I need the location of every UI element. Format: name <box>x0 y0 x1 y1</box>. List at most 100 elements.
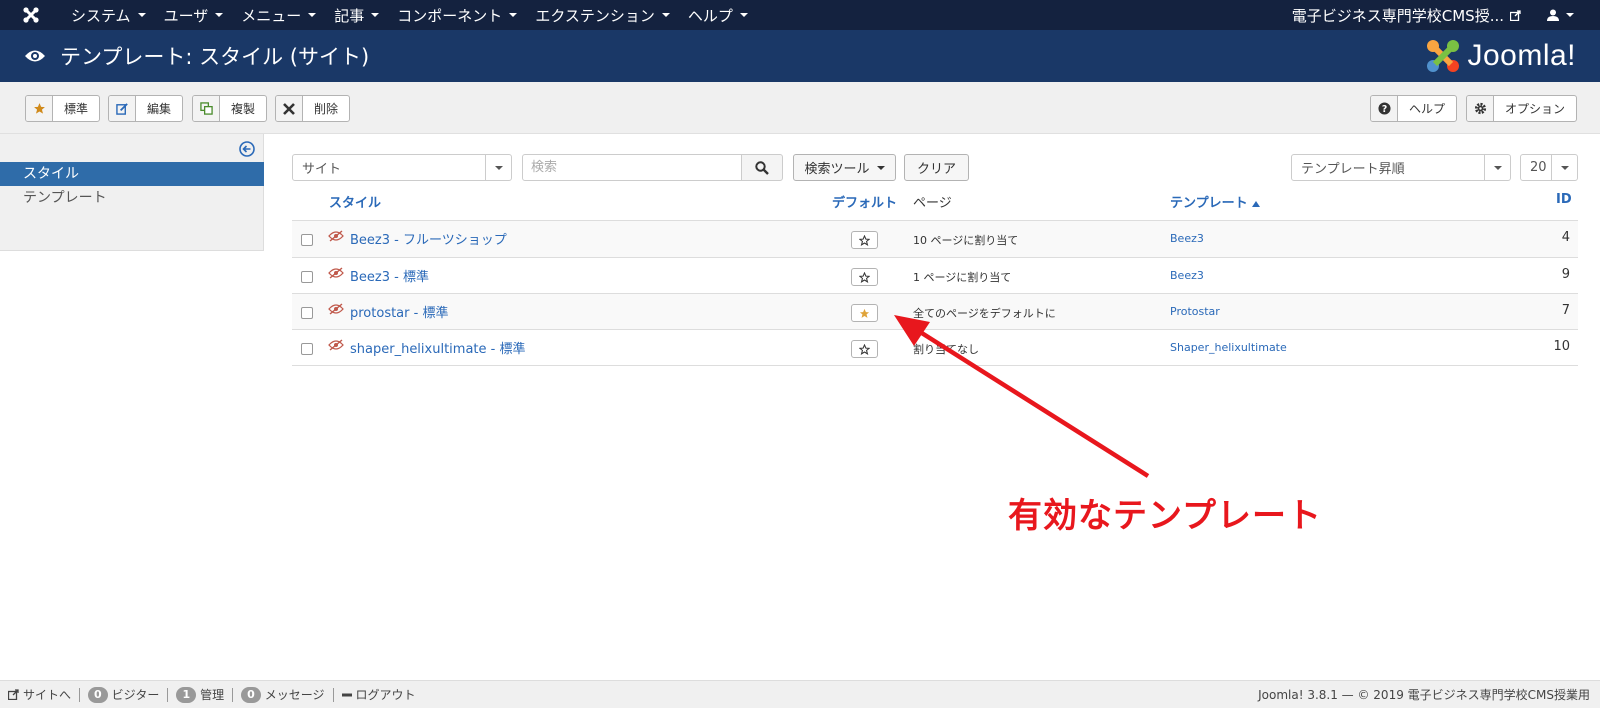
sidebar-item-styles[interactable]: スタイル <box>0 162 264 186</box>
eye-slash-icon <box>328 303 344 319</box>
messages-badge: 0 <box>241 686 261 703</box>
row-checkbox[interactable] <box>301 271 313 283</box>
search-button[interactable] <box>741 154 783 181</box>
close-icon <box>276 96 303 121</box>
style-link[interactable]: Beez3 - フルーツショップ <box>350 229 507 248</box>
ordering-select[interactable]: テンプレート昇順 <box>1291 154 1511 181</box>
sort-asc-icon <box>1252 201 1261 207</box>
minus-icon <box>341 693 352 696</box>
pages-assigned: 10 ページに割り当て <box>913 234 1019 247</box>
sidebar-item-templates[interactable]: テンプレート <box>0 186 264 210</box>
pages-assigned: 全てのページをデフォルトに <box>913 307 1056 320</box>
set-default-button[interactable] <box>851 268 878 286</box>
status-footer: サイトへ 0 ビジター 1 管理 0 メッセージ ログアウト Joomla! 3… <box>0 680 1600 708</box>
admins-indicator[interactable]: 1 管理 <box>168 686 232 703</box>
navbar-right: 電子ビジネス専門学校CMS授... <box>1292 0 1600 30</box>
menu-users[interactable]: ユーザ <box>155 5 233 26</box>
template-link[interactable]: Beez3 <box>1170 232 1204 245</box>
sidebar: スタイル テンプレート <box>0 134 264 251</box>
column-header-id[interactable]: ID <box>1556 192 1572 207</box>
edit-button[interactable]: 編集 <box>108 95 184 122</box>
row-id: 7 <box>1561 303 1570 318</box>
menu-extensions[interactable]: エクステンション <box>526 5 679 26</box>
column-header-default[interactable]: デフォルト <box>832 192 897 211</box>
joomla-logo-icon[interactable] <box>0 0 62 30</box>
star-outline-icon <box>859 234 870 246</box>
edit-icon <box>109 96 136 121</box>
column-header-pages: ページ <box>913 196 952 211</box>
eye-slash-icon <box>328 230 344 246</box>
template-link[interactable]: Shaper_helixultimate <box>1170 341 1287 354</box>
visitors-badge: 0 <box>88 686 108 703</box>
caret-down-icon <box>308 13 317 17</box>
admins-badge: 1 <box>176 686 197 703</box>
limit-select[interactable]: 20 <box>1520 154 1578 181</box>
menu-menus[interactable]: メニュー <box>232 5 325 26</box>
menu-system[interactable]: システム <box>62 5 155 26</box>
search-tools-button[interactable]: 検索ツール <box>793 154 896 181</box>
view-site-link[interactable]: サイトへ <box>0 686 79 703</box>
caret-down-icon <box>739 13 748 17</box>
row-checkbox[interactable] <box>301 343 313 355</box>
star-outline-icon <box>859 271 870 283</box>
sidebar-toggle[interactable] <box>239 141 255 161</box>
column-header-template[interactable]: テンプレート <box>1170 192 1261 211</box>
options-button[interactable]: オプション <box>1466 95 1578 122</box>
eye-slash-icon <box>328 339 344 355</box>
style-link[interactable]: Beez3 - 標準 <box>350 266 429 285</box>
menu-content[interactable]: 記事 <box>325 5 388 26</box>
external-link-icon <box>1510 9 1521 21</box>
column-header-style[interactable]: スタイル <box>329 192 381 211</box>
template-link[interactable]: Protostar <box>1170 305 1220 318</box>
page-header: テンプレート: スタイル (サイト) Joomla! <box>0 30 1600 82</box>
eye-icon <box>24 45 46 67</box>
caret-down-icon <box>876 165 885 170</box>
duplicate-button[interactable]: 複製 <box>192 95 268 122</box>
caret-down-icon <box>215 13 224 17</box>
row-checkbox[interactable] <box>301 234 313 246</box>
top-navbar: システム ユーザ メニュー 記事 コンポーネント エクステンション ヘルプ 電子… <box>0 0 1600 30</box>
table-row: Beez3 - 標準 1 ページに割り当て Beez3 9 <box>292 258 1578 294</box>
search-input[interactable] <box>522 154 742 181</box>
messages-indicator[interactable]: 0 メッセージ <box>233 686 332 703</box>
menu-help[interactable]: ヘルプ <box>679 5 757 26</box>
annotation-label: 有効なテンプレート <box>1008 496 1322 536</box>
search-icon <box>755 160 769 175</box>
visitors-indicator[interactable]: 0 ビジター <box>80 686 167 703</box>
table-row: Beez3 - フルーツショップ 10 ページに割り当て Beez3 4 <box>292 221 1578 257</box>
caret-down-icon <box>137 13 146 17</box>
set-default-button[interactable] <box>851 231 878 249</box>
gear-icon <box>1467 96 1494 121</box>
table-row: shaper_helixultimate - 標準 割り当てなし Shaper_… <box>292 330 1578 366</box>
star-filled-icon <box>859 308 870 318</box>
site-link[interactable]: 電子ビジネス専門学校CMS授... <box>1292 5 1547 26</box>
delete-button[interactable]: 削除 <box>275 95 351 122</box>
star-icon <box>26 96 53 121</box>
client-select[interactable]: サイト <box>292 154 512 181</box>
set-default-button[interactable] <box>851 340 878 358</box>
joomla-brand: Joomla! <box>1425 38 1576 74</box>
help-button[interactable]: ? ヘルプ <box>1370 95 1458 122</box>
row-checkbox[interactable] <box>301 307 313 319</box>
copy-icon <box>193 96 220 121</box>
user-menu[interactable] <box>1547 9 1600 21</box>
toolbar: 標準 編集 複製 削除 ? ヘルプ オプション <box>0 82 1600 134</box>
template-link[interactable]: Beez3 <box>1170 269 1204 282</box>
menu-components[interactable]: コンポーネント <box>388 5 526 26</box>
pages-assigned: 割り当てなし <box>913 343 979 356</box>
clear-button[interactable]: クリア <box>904 154 969 181</box>
main-menu: システム ユーザ メニュー 記事 コンポーネント エクステンション ヘルプ <box>62 0 757 30</box>
style-link[interactable]: protostar - 標準 <box>350 302 448 321</box>
joomla-brand-logo-icon <box>1427 40 1460 72</box>
default-star-button[interactable] <box>851 304 878 322</box>
style-link[interactable]: shaper_helixultimate - 標準 <box>350 338 525 357</box>
chevron-down-icon <box>1484 155 1510 180</box>
question-icon: ? <box>1371 96 1398 121</box>
caret-down-icon <box>661 13 670 17</box>
caret-down-icon <box>509 13 518 17</box>
row-id: 10 <box>1553 339 1570 354</box>
chevron-down-icon <box>1551 155 1577 180</box>
default-button[interactable]: 標準 <box>25 95 101 122</box>
logout-link[interactable]: ログアウト <box>334 686 424 703</box>
pages-assigned: 1 ページに割り当て <box>913 271 1012 284</box>
